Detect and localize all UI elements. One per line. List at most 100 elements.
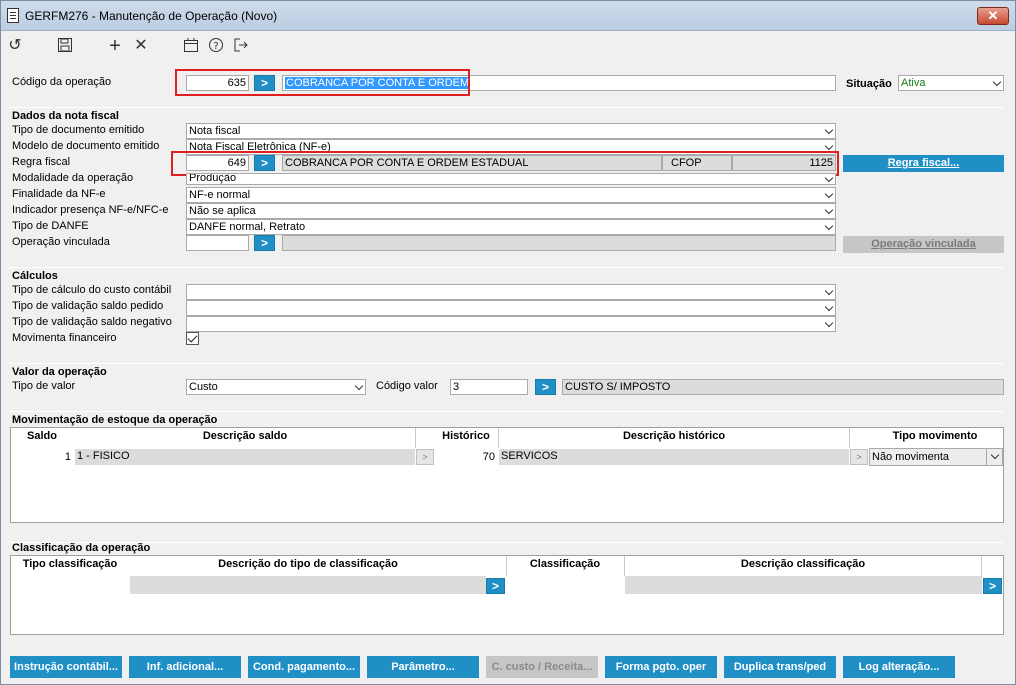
custo-receita-button[interactable]: C. custo / Receita... [486,656,598,678]
chevron-down-icon [824,221,834,231]
divider [9,363,1004,364]
close-button[interactable]: ✕ [977,7,1009,25]
regra-fiscal-description: COBRANCA POR CONTA E ORDEM ESTADUAL [282,155,662,171]
column-divider [498,428,499,448]
col-descricao-saldo: Descrição saldo [202,430,288,442]
tipo-doc-select[interactable]: Nota fiscal [186,123,836,139]
danfe-value: DANFE normal, Retrato [189,221,306,233]
help-icon[interactable]: ? [206,37,226,55]
codigo-valor-go-button[interactable]: > [535,379,556,395]
regra-fiscal-button[interactable]: Regra fiscal... [843,155,1004,172]
chevron-down-icon [824,174,834,183]
vinculada-description [282,235,836,251]
chevron-down-icon [824,125,834,135]
inf-adicional-button[interactable]: Inf. adicional... [129,656,241,678]
column-divider [981,556,982,576]
codigo-operacao-go-button[interactable]: > [254,75,275,91]
cond-pagamento-button[interactable]: Cond. pagamento... [248,656,360,678]
tipo-doc-value: Nota fiscal [189,125,241,137]
vinculada-go-button[interactable]: > [254,235,275,251]
divider [9,542,1004,543]
regra-fiscal-code-input[interactable]: 649 [186,155,249,171]
vinculada-code-input[interactable] [186,235,249,251]
valor-section-title: Valor da operação [12,366,107,378]
column-divider [624,556,625,576]
chevron-down-icon [824,189,834,199]
cfop-value: 1125 [732,155,836,171]
estoque-section-title: Movimentação de estoque da operação [12,414,218,426]
modalidade-label: Modalidade da operação [12,172,134,184]
add-icon[interactable]: + [105,36,125,56]
forma-pgto-button[interactable]: Forma pgto. oper [605,656,717,678]
saldo-pedido-select[interactable] [186,300,836,316]
modelo-doc-label: Modelo de documento emitido [12,140,160,152]
codigo-operacao-description[interactable]: COBRANCA POR CONTA E ORDEM [282,75,836,91]
row-descricao-classificacao [625,576,982,594]
row-saldo[interactable]: 1 [11,451,71,463]
calendar-icon[interactable] [181,37,201,55]
selected-text: COBRANCA POR CONTA E ORDEM [285,77,471,89]
row-descricao-historico: SERVICOS [499,449,849,465]
tipo-doc-label: Tipo de documento emitido [12,124,145,136]
row-descricao-saldo: 1 - FISICO [75,449,415,465]
classificacao-lookup-button[interactable]: > [983,578,1002,594]
danfe-select[interactable]: DANFE normal, Retrato [186,219,836,235]
log-alteracao-button[interactable]: Log alteração... [843,656,955,678]
chevron-down-icon [354,381,364,391]
col-tipo-movimento: Tipo movimento [892,430,978,442]
row-descricao-tipo-classificacao [130,576,486,594]
dropdown-button[interactable] [986,449,1002,465]
nota-section-title: Dados da nota fiscal [12,110,119,122]
situacao-select[interactable]: Ativa [898,75,1004,91]
chevron-down-icon [824,141,834,151]
codigo-operacao-label: Código da operação [12,76,112,88]
calculos-section-title: Cálculos [12,270,58,282]
finalidade-select[interactable]: NF-e normal [186,187,836,203]
col-saldo: Saldo [27,430,57,442]
tipo-valor-value: Custo [189,381,218,393]
codigo-valor-input[interactable]: 3 [450,379,528,395]
situacao-value: Ativa [901,77,926,89]
undo-icon[interactable]: ↺ [5,37,25,55]
exit-icon[interactable] [231,37,251,55]
save-icon[interactable] [55,37,75,55]
tipo-valor-select[interactable]: Custo [186,379,366,395]
main-window: GERFM276 - Manutenção de Operação (Novo)… [0,0,1016,685]
vinculada-label: Operação vinculada [12,236,110,248]
operacao-vinculada-button[interactable]: Operação vinculada [843,236,1004,253]
column-divider [849,428,850,448]
row-historico[interactable]: 70 [435,451,495,463]
col-descricao-tipo-classificacao: Descrição do tipo de classificação [218,558,398,570]
chevron-down-icon [824,286,834,296]
column-divider [415,428,416,448]
col-tipo-classificacao: Tipo classificação [22,558,118,570]
codigo-operacao-input[interactable]: 635 [186,75,249,91]
regra-fiscal-go-button[interactable]: > [254,155,275,171]
chevron-down-icon [990,450,1000,460]
codigo-valor-description: CUSTO S/ IMPOSTO [562,379,1004,395]
delete-icon[interactable]: ✕ [131,37,151,55]
parametro-button[interactable]: Parâmetro... [367,656,479,678]
danfe-label: Tipo de DANFE [12,220,89,232]
instrucao-contabil-button[interactable]: Instrução contábil... [10,656,122,678]
row-tipo-movimento-select[interactable]: Não movimenta [869,448,1003,466]
saldo-negativo-select[interactable] [186,316,836,332]
document-icon [7,8,19,23]
chevron-down-icon [992,77,1002,87]
finalidade-label: Finalidade da NF-e [12,188,106,200]
modelo-doc-value: Nota Fiscal Eletrônica (NF-e) [189,141,331,153]
custo-contabil-label: Tipo de cálculo do custo contábil [12,284,172,296]
tipo-classificacao-lookup-button[interactable]: > [486,578,505,594]
row-historico-lookup-button[interactable]: > [850,449,868,465]
toolbar: ↺ + ✕ ? [1,32,1015,60]
indicador-select[interactable]: Não se aplica [186,203,836,219]
modelo-doc-select[interactable]: Nota Fiscal Eletrônica (NF-e) [186,139,836,155]
financeiro-checkbox[interactable] [186,332,199,345]
column-divider [506,556,507,576]
modalidade-select[interactable]: Produção [186,173,836,185]
custo-contabil-select[interactable] [186,284,836,300]
duplica-trans-button[interactable]: Duplica trans/ped [724,656,836,678]
row-saldo-lookup-button[interactable]: > [416,449,434,465]
row-tipo-movimento-value: Não movimenta [872,451,950,463]
col-historico: Histórico [442,430,490,442]
